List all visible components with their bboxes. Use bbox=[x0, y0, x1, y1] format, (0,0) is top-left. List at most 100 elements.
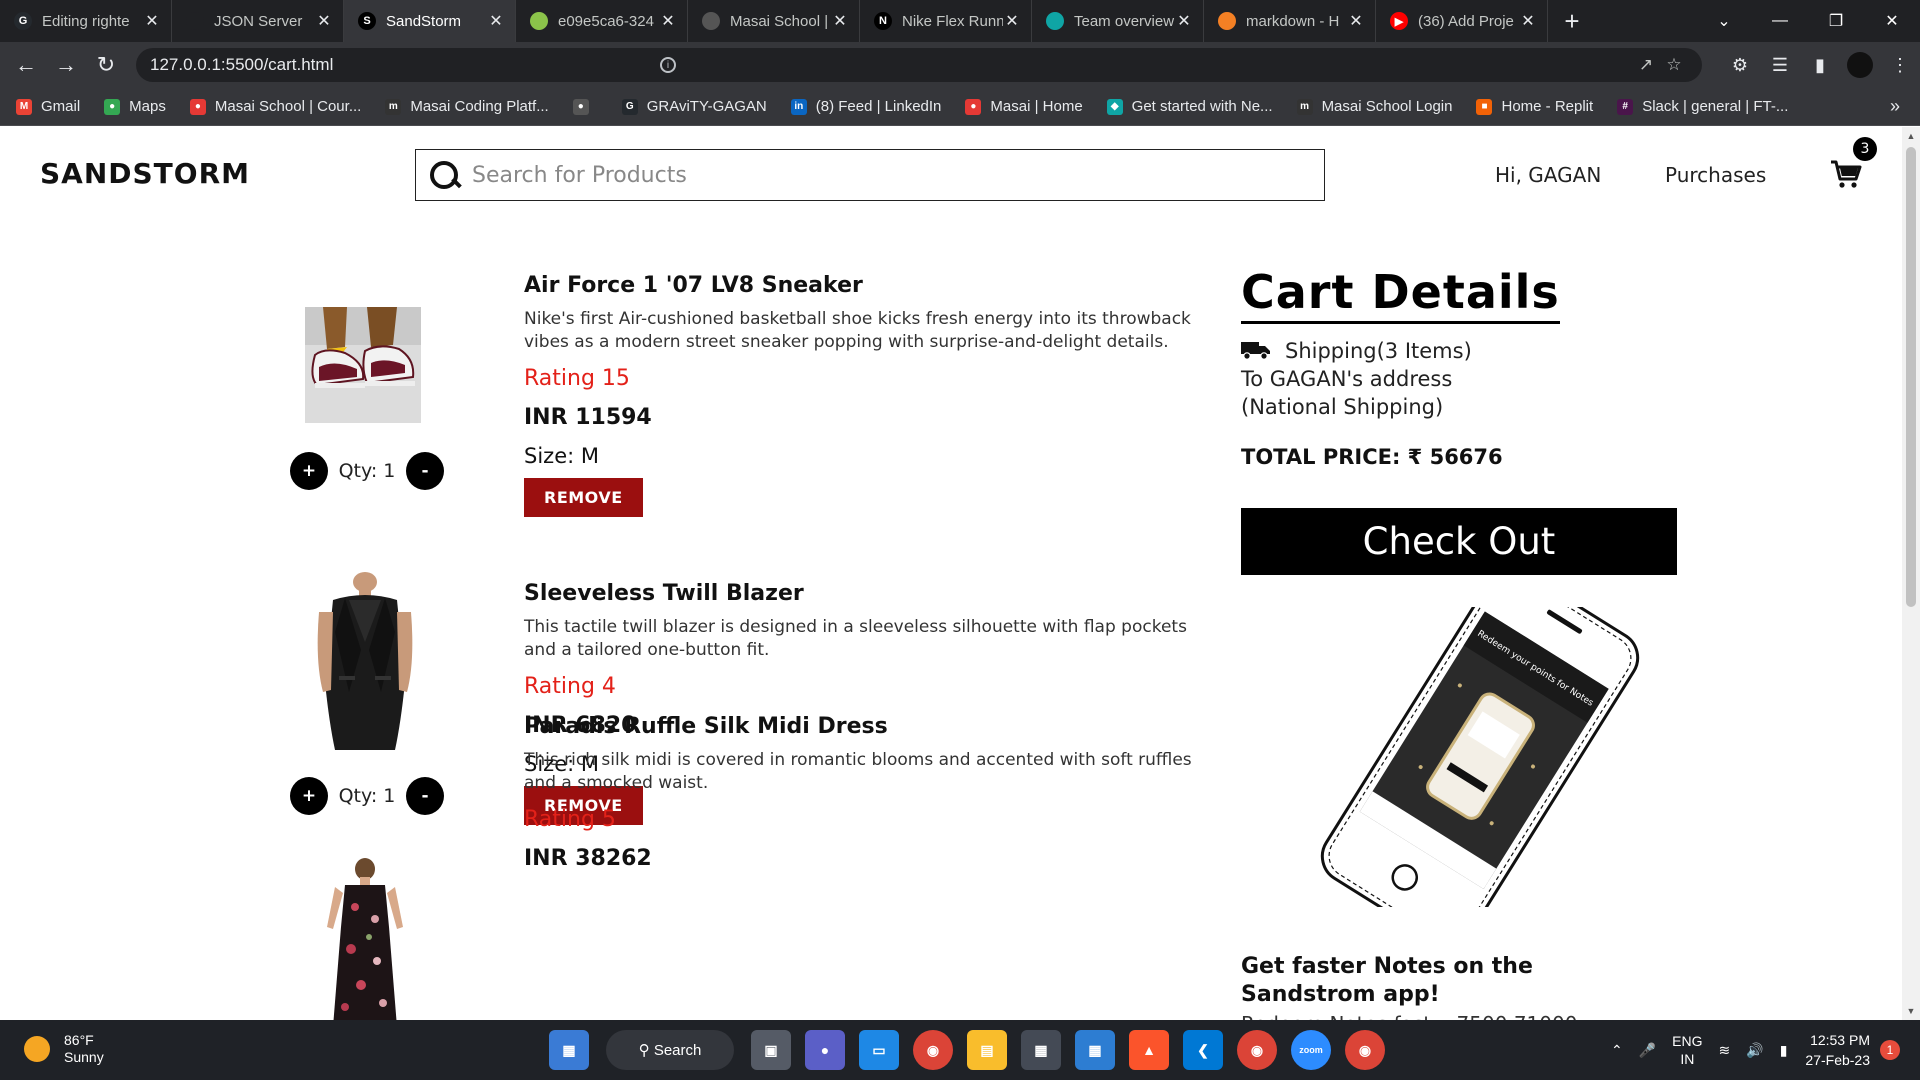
taskbar-search-button[interactable]: ⚲ Search bbox=[606, 1030, 734, 1070]
tab-close-icon[interactable]: ✕ bbox=[1175, 11, 1193, 31]
profile-avatar[interactable] bbox=[1847, 52, 1873, 78]
media-icon[interactable]: ☰ bbox=[1760, 55, 1800, 76]
tab-close-icon[interactable]: ✕ bbox=[831, 11, 849, 31]
tab-close-icon[interactable]: ✕ bbox=[487, 11, 505, 31]
browser-tab[interactable]: G Editing righte ✕ bbox=[0, 0, 172, 42]
product-name[interactable]: Sleeveless Twill Blazer bbox=[524, 581, 1204, 606]
side-panel-icon[interactable]: ▮ bbox=[1800, 55, 1840, 76]
new-tab-button[interactable]: + bbox=[1548, 0, 1596, 42]
bookmark-item[interactable]: ◆ Get started with Ne... bbox=[1106, 98, 1273, 115]
wifi-icon[interactable]: ≋ bbox=[1719, 1042, 1731, 1059]
qty-increase-button[interactable]: + bbox=[290, 777, 328, 815]
scroll-up-icon[interactable]: ▲ bbox=[1902, 131, 1920, 141]
minimize-icon[interactable]: — bbox=[1752, 0, 1808, 42]
tray-chevron-icon[interactable]: ⌃ bbox=[1611, 1042, 1623, 1059]
purchases-link[interactable]: Purchases bbox=[1665, 163, 1766, 187]
tab-favicon-icon: S bbox=[358, 12, 376, 30]
zoom-icon[interactable]: zoom bbox=[1291, 1030, 1331, 1070]
volume-icon[interactable]: 🔊 bbox=[1746, 1042, 1763, 1059]
close-window-icon[interactable]: ✕ bbox=[1864, 0, 1920, 42]
qty-decrease-button[interactable]: - bbox=[406, 777, 444, 815]
windows-start-icon[interactable]: ▦ bbox=[549, 1030, 589, 1070]
chrome-profile-icon[interactable]: ◉ bbox=[1237, 1030, 1277, 1070]
tab-close-icon[interactable]: ✕ bbox=[315, 11, 333, 31]
cart-icon[interactable] bbox=[1830, 159, 1864, 189]
chrome-icon[interactable]: ◉ bbox=[913, 1030, 953, 1070]
bookmarks-more-icon[interactable]: » bbox=[1890, 96, 1900, 117]
product-image-dress[interactable] bbox=[305, 857, 425, 1020]
bookmark-item[interactable]: ● Masai School | Cour... bbox=[189, 98, 361, 115]
bookmark-item[interactable]: ● Masai | Home bbox=[965, 98, 1083, 115]
search-bar[interactable] bbox=[415, 149, 1325, 201]
back-arrow-icon[interactable]: ← bbox=[6, 45, 46, 85]
browser-tab[interactable]: JSON Server ✕ bbox=[172, 0, 344, 42]
bookmark-item[interactable]: G GRAviTY-GAGAN bbox=[621, 98, 767, 115]
scroll-down-icon[interactable]: ▼ bbox=[1902, 1006, 1920, 1016]
task-view-icon[interactable]: ▣ bbox=[751, 1030, 791, 1070]
brand-logo[interactable]: SANDSTORM bbox=[40, 157, 250, 190]
bookmark-item[interactable]: ■ Home - Replit bbox=[1476, 98, 1593, 115]
bookmark-item[interactable]: ● bbox=[572, 98, 598, 115]
browser-tab[interactable]: ▶ (36) Add Proje ✕ bbox=[1376, 0, 1548, 42]
menu-kebab-icon[interactable]: ⋮ bbox=[1880, 55, 1920, 76]
clock[interactable]: 12:53 PM 27-Feb-23 bbox=[1805, 1030, 1870, 1070]
bookmark-label: Slack | general | FT-... bbox=[1642, 98, 1789, 115]
product-name[interactable]: Air Force 1 '07 LV8 Sneaker bbox=[524, 273, 1204, 298]
bookmark-favicon-icon: ● bbox=[965, 98, 982, 115]
store-icon[interactable]: ▦ bbox=[1021, 1030, 1061, 1070]
tab-close-icon[interactable]: ✕ bbox=[659, 11, 677, 31]
tab-close-icon[interactable]: ✕ bbox=[1519, 11, 1537, 31]
browser-tab[interactable]: Masai School | ✕ bbox=[688, 0, 860, 42]
product-name[interactable]: Paradis Ruffle Silk Midi Dress bbox=[524, 714, 1204, 739]
file-explorer-icon[interactable]: ▤ bbox=[967, 1030, 1007, 1070]
share-icon[interactable]: ↗ bbox=[1632, 55, 1660, 75]
page-scrollbar[interactable]: ▲ ▼ bbox=[1902, 127, 1920, 1020]
language-indicator[interactable]: ENG IN bbox=[1672, 1032, 1702, 1068]
bookmark-item[interactable]: ● Maps bbox=[104, 98, 166, 115]
search-input[interactable] bbox=[472, 155, 1324, 195]
qty-increase-button[interactable]: + bbox=[290, 452, 328, 490]
bookmark-item[interactable]: in (8) Feed | LinkedIn bbox=[790, 98, 941, 115]
product-image-blazer[interactable] bbox=[305, 572, 425, 752]
calculator-icon[interactable]: ▦ bbox=[1075, 1030, 1115, 1070]
chrome-alt-icon[interactable]: ◉ bbox=[1345, 1030, 1385, 1070]
scroll-thumb[interactable] bbox=[1906, 147, 1916, 607]
search-icon[interactable] bbox=[426, 157, 462, 193]
bookmark-star-icon[interactable]: ☆ bbox=[1660, 55, 1688, 75]
browser-tab[interactable]: Team overview ✕ bbox=[1032, 0, 1204, 42]
vscode-icon[interactable]: ❮ bbox=[1183, 1030, 1223, 1070]
checkout-button[interactable]: Check Out bbox=[1241, 508, 1677, 575]
microphone-icon[interactable]: 🎤 bbox=[1639, 1042, 1656, 1059]
url-text[interactable]: 127.0.0.1:5500/cart.html bbox=[150, 55, 1632, 75]
product-description: This tactile twill blazer is designed in… bbox=[524, 617, 1187, 660]
weather-temp: 86°F bbox=[64, 1032, 94, 1048]
browser-tab[interactable]: markdown - H ✕ bbox=[1204, 0, 1376, 42]
bookmark-item[interactable]: # Slack | general | FT-... bbox=[1617, 98, 1788, 115]
teams-chat-icon[interactable]: ● bbox=[805, 1030, 845, 1070]
weather-widget[interactable]: 86°F Sunny bbox=[24, 1032, 104, 1066]
tab-close-icon[interactable]: ✕ bbox=[143, 11, 161, 31]
browser-tab[interactable]: N Nike Flex Runn ✕ bbox=[860, 0, 1032, 42]
tab-close-icon[interactable]: ✕ bbox=[1347, 11, 1365, 31]
tab-close-icon[interactable]: ✕ bbox=[1003, 11, 1021, 31]
notification-badge[interactable]: 1 bbox=[1880, 1040, 1900, 1060]
bookmark-item[interactable]: m Masai School Login bbox=[1296, 98, 1452, 115]
desktop-icon[interactable]: ▭ bbox=[859, 1030, 899, 1070]
brave-icon[interactable]: ▲ bbox=[1129, 1030, 1169, 1070]
battery-icon[interactable]: ▮ bbox=[1780, 1042, 1788, 1059]
browser-tab[interactable]: S SandStorm ✕ bbox=[344, 0, 516, 42]
address-bar[interactable]: i 127.0.0.1:5500/cart.html ↗ ☆ bbox=[136, 48, 1702, 82]
tab-search-icon[interactable]: ⌄ bbox=[1696, 0, 1752, 42]
browser-tab[interactable]: e09e5ca6-324 ✕ bbox=[516, 0, 688, 42]
user-greeting[interactable]: Hi, GAGAN bbox=[1495, 163, 1601, 187]
site-info-icon[interactable]: i bbox=[660, 57, 676, 73]
forward-arrow-icon[interactable]: → bbox=[46, 45, 86, 85]
bookmark-item[interactable]: m Masai Coding Platf... bbox=[385, 98, 549, 115]
restore-icon[interactable]: ❐ bbox=[1808, 0, 1864, 42]
bookmark-item[interactable]: M Gmail bbox=[16, 98, 80, 115]
reload-icon[interactable]: ↻ bbox=[86, 45, 126, 85]
remove-button[interactable]: REMOVE bbox=[524, 478, 643, 517]
extensions-icon[interactable]: ⚙ bbox=[1720, 55, 1760, 76]
qty-decrease-button[interactable]: - bbox=[406, 452, 444, 490]
product-image-sneaker[interactable] bbox=[305, 307, 425, 423]
